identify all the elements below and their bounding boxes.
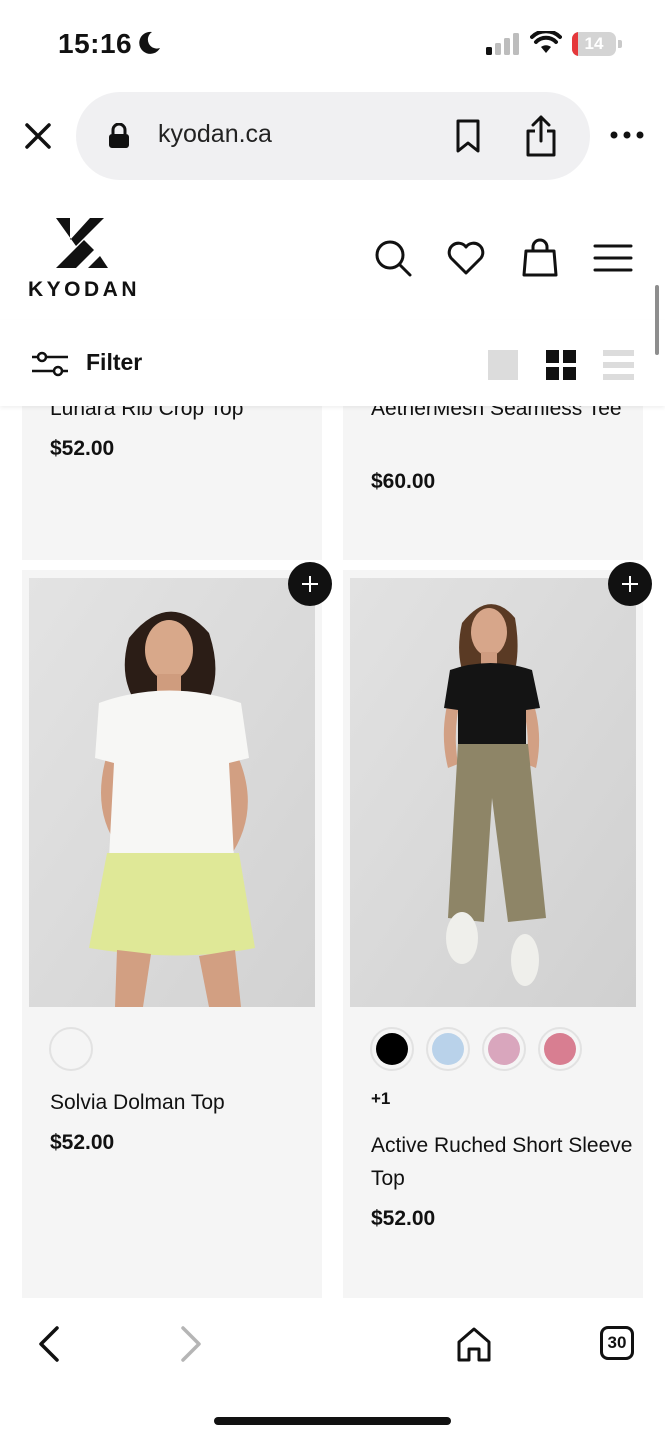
browser-toolbar: kyodan.ca	[0, 88, 665, 186]
product-title[interactable]: Solvia Dolman Top	[50, 1086, 320, 1119]
hamburger-icon[interactable]	[593, 238, 633, 278]
filter-button[interactable]: Filter	[86, 349, 142, 376]
product-price: $60.00	[371, 470, 436, 493]
status-bar: 15:16 14	[0, 0, 665, 88]
single-column-view-button[interactable]	[488, 350, 518, 380]
sliders-icon[interactable]	[32, 350, 68, 378]
color-swatch[interactable]	[538, 1027, 582, 1071]
product-price: $52.00	[371, 1207, 436, 1230]
color-swatch[interactable]	[426, 1027, 470, 1071]
bag-icon[interactable]	[520, 238, 560, 278]
bookmark-icon[interactable]	[454, 118, 482, 154]
tabs-button[interactable]: 30	[600, 1326, 634, 1360]
battery-level: 14	[584, 34, 604, 53]
chevron-right-icon[interactable]	[170, 1324, 210, 1364]
search-icon[interactable]	[373, 238, 413, 278]
chevron-left-icon[interactable]	[30, 1324, 70, 1364]
color-swatch[interactable]	[370, 1027, 414, 1071]
product-card[interactable]: Lunara Rib Crop Top $52.00	[22, 380, 322, 560]
share-icon[interactable]	[524, 114, 558, 158]
home-icon[interactable]	[454, 1324, 494, 1364]
grid-view-button[interactable]	[546, 350, 576, 380]
page-scrollbar[interactable]	[655, 285, 659, 355]
kyodan-logo-icon[interactable]	[50, 214, 108, 272]
heart-icon[interactable]	[446, 238, 486, 278]
product-price: $52.00	[50, 1131, 115, 1154]
product-image[interactable]	[350, 578, 636, 1007]
site-header: KYODAN	[0, 186, 665, 320]
product-image[interactable]	[29, 578, 315, 1007]
home-indicator	[214, 1417, 451, 1425]
product-price: $52.00	[50, 437, 115, 460]
product-card[interactable]: Solvia Dolman Top $52.00	[22, 562, 332, 1298]
product-card[interactable]: +1 Active Ruched Short Sleeve Top $52.00	[343, 562, 652, 1298]
signal-icon	[486, 33, 519, 55]
address-bar[interactable]: kyodan.ca	[76, 92, 590, 180]
more-icon[interactable]	[610, 124, 644, 146]
url-text[interactable]: kyodan.ca	[158, 120, 272, 149]
list-view-button[interactable]	[603, 350, 634, 380]
color-swatch[interactable]	[49, 1027, 93, 1071]
moon-icon	[139, 31, 160, 54]
add-to-cart-button[interactable]	[288, 562, 332, 606]
add-to-cart-button[interactable]	[608, 562, 652, 606]
filter-bar: Filter	[0, 320, 665, 406]
browser-bottom-toolbar: 30	[0, 1298, 665, 1440]
status-time: 15:16	[58, 28, 133, 59]
color-swatch[interactable]	[482, 1027, 526, 1071]
close-icon[interactable]	[20, 118, 56, 154]
product-title[interactable]: Active Ruched Short Sleeve Top	[371, 1129, 641, 1195]
lock-icon	[109, 123, 129, 148]
battery-indicator: 14	[572, 32, 622, 56]
logo-text[interactable]: KYODAN	[28, 278, 140, 302]
more-colors-label[interactable]: +1	[371, 1089, 390, 1109]
product-card[interactable]: AetherMesh Seamless Tee $60.00	[343, 380, 643, 560]
wifi-icon	[530, 31, 562, 53]
